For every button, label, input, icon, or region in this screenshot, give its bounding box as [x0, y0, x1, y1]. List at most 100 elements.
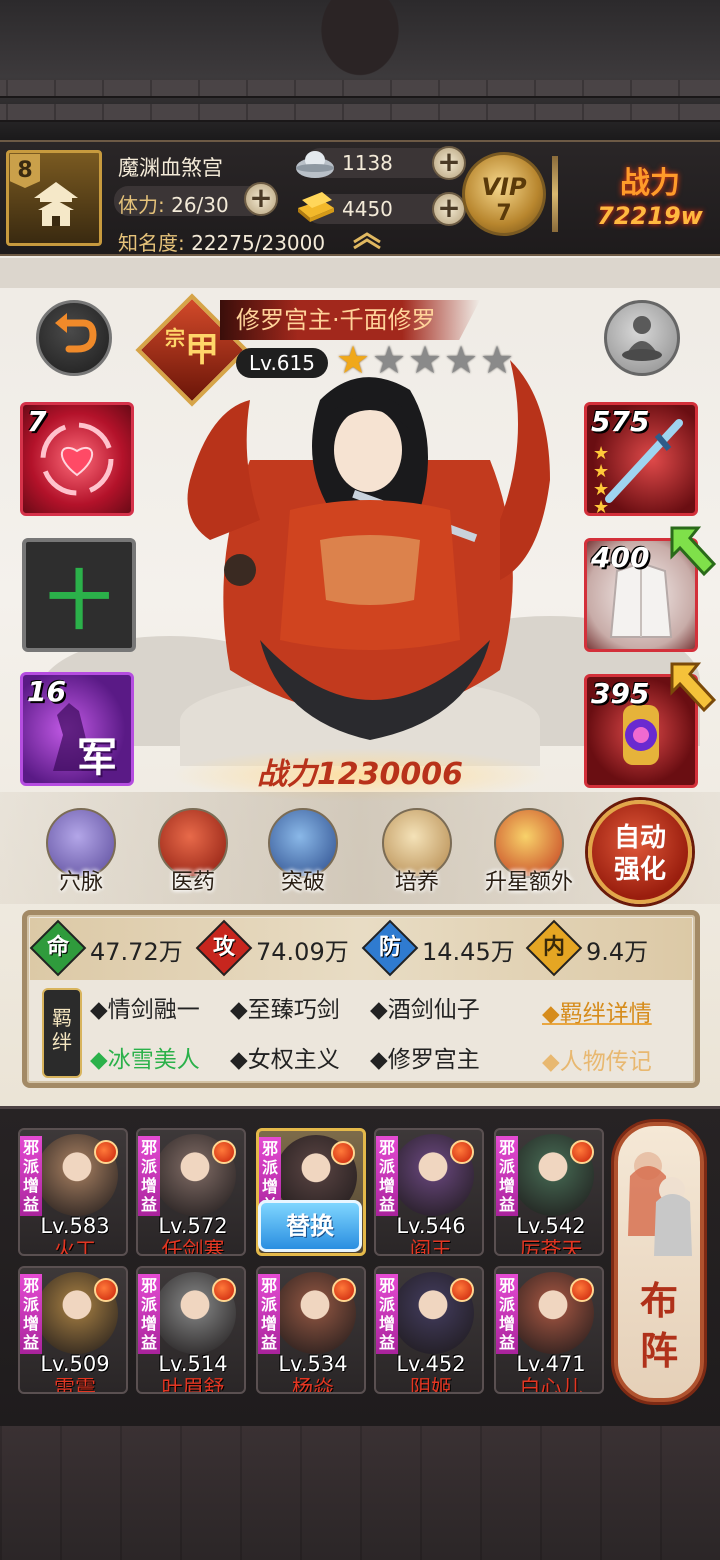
bond-badge-top: 羁	[52, 1006, 72, 1030]
team-hero-card[interactable]: 邪派增益 Lv.534 杨焱	[256, 1266, 366, 1394]
notification-dot-icon	[570, 1140, 594, 1164]
bond-tag: ◆至臻巧剑	[230, 997, 340, 1023]
hero-card-name: 叶眉舒	[161, 1376, 225, 1394]
meridian-button[interactable]: 穴脉	[36, 808, 126, 898]
faction-buff-tag: 邪派增益	[138, 1136, 160, 1216]
roof-ornament	[300, 0, 420, 100]
action-label: 培养	[394, 870, 439, 895]
notification-dot-icon	[94, 1140, 118, 1164]
bond-tag: ◆修罗宫主	[370, 1047, 480, 1073]
back-arrow-icon	[55, 313, 97, 353]
equipment-slot-weapon[interactable]: 575 ★ ★ ★ ★	[584, 402, 698, 518]
add-skill-icon: 十	[47, 565, 111, 639]
biography-link[interactable]: ◆人物传记	[542, 1042, 652, 1076]
panel-top-strip	[0, 258, 720, 288]
faction-buff-tag: 邪派增益	[496, 1274, 518, 1354]
player-name: 魔渊血煞宫	[118, 156, 223, 180]
fame-label: 知名度:	[118, 231, 185, 255]
breakthrough-button[interactable]: 突破	[258, 808, 348, 898]
faction-buff-tag: 邪派增益	[138, 1274, 160, 1354]
hero-card-name: 任剑寒	[161, 1238, 225, 1256]
bond-tag: ◆女权主义	[230, 1047, 340, 1073]
notification-dot-icon	[94, 1278, 118, 1302]
hero-card-name: 火工	[54, 1238, 96, 1256]
upgrade-arrow-icon[interactable]	[664, 656, 718, 716]
team-hero-card[interactable]: 邪派增益 Lv.514 叶眉舒	[136, 1266, 246, 1394]
swap-button[interactable]: 替换	[258, 1200, 362, 1252]
vip-level: 7	[496, 201, 512, 226]
army-glyph: 军	[77, 735, 117, 781]
hero-card-name: 厉苍天	[519, 1238, 583, 1256]
hero-card-name: 雷震	[54, 1376, 96, 1394]
equipment-stars: ★ ★ ★ ★	[593, 443, 610, 518]
add-silver-button[interactable]: +	[432, 146, 466, 180]
temple-icon	[34, 182, 78, 226]
fame-display: 知名度: 22275/23000	[118, 227, 325, 256]
skill-slot-empty[interactable]: 十	[22, 538, 136, 652]
attribute-char: 攻	[212, 935, 235, 960]
hero-card-name: 白心儿	[519, 1376, 583, 1394]
hero-portrait	[187, 360, 550, 740]
gold-bar-icon	[298, 192, 334, 222]
auto-strengthen-button[interactable]: 自动 强化	[588, 800, 692, 904]
faction-buff-tag: 邪派增益	[20, 1136, 42, 1216]
faction-buff-tag: 邪派增益	[258, 1274, 280, 1354]
medicine-button[interactable]: 医药	[148, 808, 238, 898]
team-hero-card[interactable]: 邪派增益 Lv.572 任剑寒	[136, 1128, 246, 1256]
vip-text: VIP	[481, 173, 527, 201]
action-label: 突破	[280, 870, 325, 895]
upgrade-arrow-icon[interactable]	[664, 520, 718, 580]
hero-card-name: 阎王	[410, 1238, 452, 1256]
hero-profile-button[interactable]	[604, 300, 680, 376]
attribute-value: 47.72万	[90, 938, 183, 966]
bond-tag: ◆情剑融一	[90, 997, 200, 1023]
faction-buff-tag: 邪派增益	[20, 1274, 42, 1354]
faction-buff-tag: 邪派增益	[496, 1136, 518, 1216]
vip-badge[interactable]: VIP 7	[462, 152, 546, 236]
action-label: 医药	[170, 870, 215, 895]
team-hero-card[interactable]: 邪派增益 Lv.583 火工	[18, 1128, 128, 1256]
bond-badge: 羁 绊	[42, 988, 82, 1078]
attribute-value: 9.4万	[586, 938, 649, 966]
stamina-value: 26/30	[171, 193, 229, 217]
team-hero-card[interactable]: 邪派增益 Lv.452 阴姬	[374, 1266, 484, 1394]
hero-card-name: 杨焱	[292, 1376, 334, 1394]
divider	[552, 156, 558, 232]
star-up-button[interactable]: 升星额外	[484, 808, 574, 898]
formation-heroes-icon	[628, 1152, 692, 1256]
team-hero-card[interactable]: 邪派增益 Lv.509 雷震	[18, 1266, 128, 1394]
total-power-display: 战力 72219w	[585, 158, 715, 238]
skill-slot-heart[interactable]: 7	[20, 402, 134, 516]
bond-details-link[interactable]: ◆羁绊详情	[542, 994, 652, 1028]
silver-amount: 1138	[342, 151, 393, 175]
notification-dot-icon	[570, 1278, 594, 1302]
skill-slot-army[interactable]: 16 军	[20, 672, 134, 786]
team-hero-card[interactable]: 邪派增益 Lv.471 白心儿	[494, 1266, 604, 1394]
team-hero-card[interactable]: 邪派增益 Lv.542 厉苍天	[494, 1128, 604, 1256]
back-button[interactable]	[36, 300, 112, 376]
auto-strengthen-line2: 强化	[613, 855, 666, 885]
bottom-floor	[0, 1426, 720, 1560]
equipment-count: 575	[591, 405, 650, 438]
hero-name: 修罗宫主·千面修罗	[236, 306, 436, 334]
notification-dot-icon	[332, 1278, 356, 1302]
silver-ingot-icon	[296, 151, 334, 178]
power-label: 战力	[620, 166, 680, 201]
bond-badge-bottom: 绊	[52, 1030, 72, 1054]
bond-tag: ◆酒剑仙子	[370, 997, 480, 1023]
expand-chevron-icon[interactable]	[350, 230, 384, 250]
action-label: 穴脉	[58, 870, 103, 895]
notification-dot-icon	[212, 1140, 236, 1164]
add-stamina-button[interactable]: +	[244, 182, 278, 216]
formation-line2: 阵	[639, 1328, 678, 1373]
cultivate-button[interactable]: 培养	[372, 808, 462, 898]
attribute-char: 命	[46, 935, 69, 960]
attribute-value: 14.45万	[422, 938, 515, 966]
hero-card-name: 阴姬	[410, 1376, 452, 1394]
formation-line1: 布	[639, 1278, 678, 1323]
skill-slot-count: 7	[27, 405, 47, 438]
notification-dot-icon	[331, 1141, 355, 1165]
equipment-count: 400	[591, 541, 650, 574]
add-gold-button[interactable]: +	[432, 192, 466, 226]
team-hero-card[interactable]: 邪派增益 Lv.546 阎王	[374, 1128, 484, 1256]
